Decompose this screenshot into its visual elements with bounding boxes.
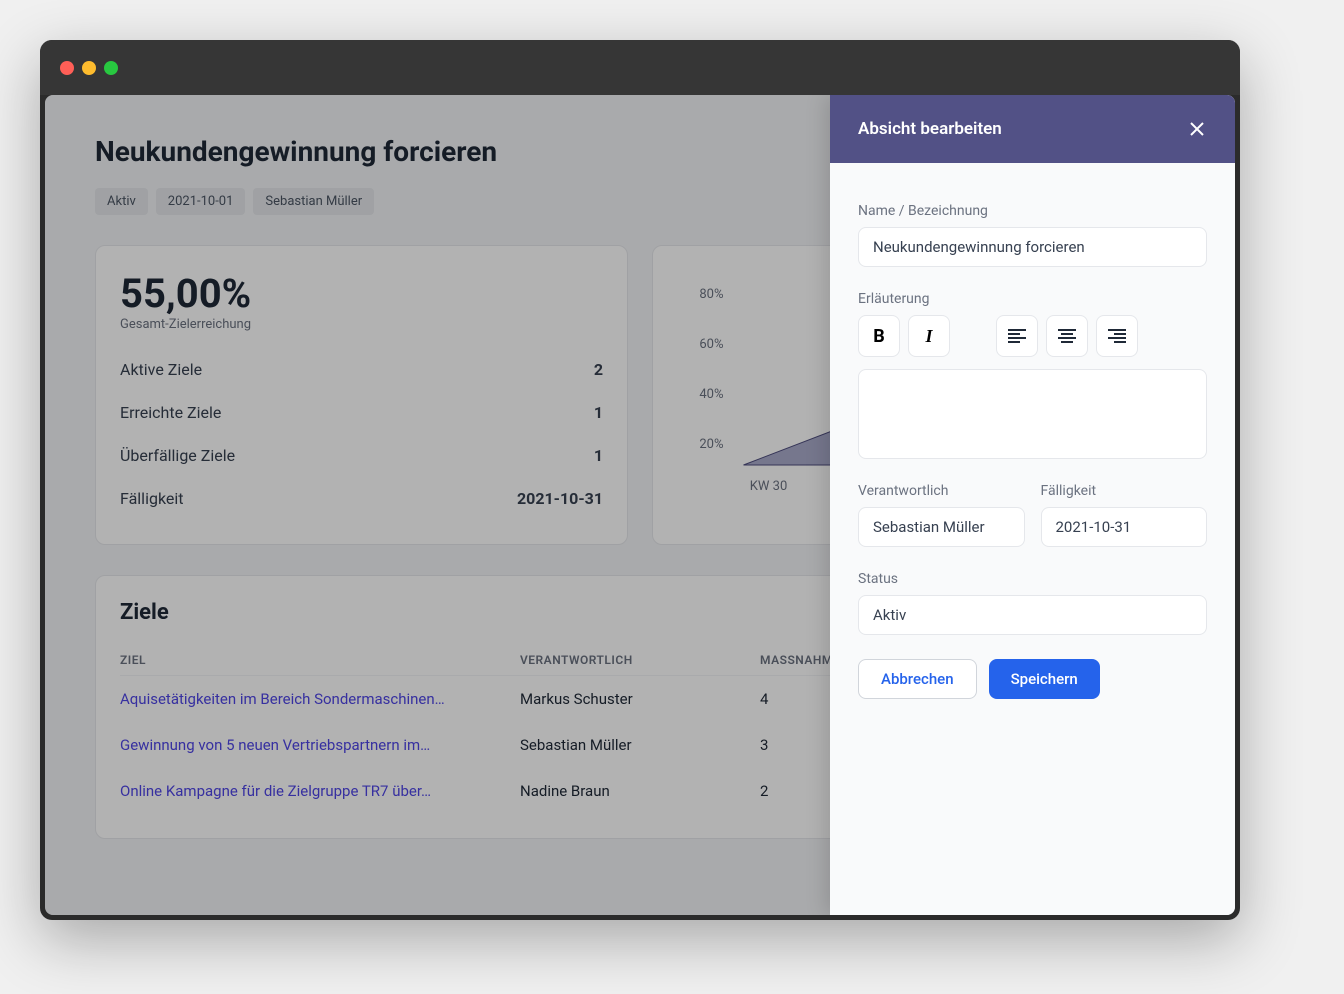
label-erlauterung: Erläuterung <box>858 291 1207 307</box>
label-name: Name / Bezeichnung <box>858 203 1207 219</box>
input-status[interactable] <box>858 595 1207 635</box>
align-right-button[interactable] <box>1096 315 1138 357</box>
align-center-button[interactable] <box>1046 315 1088 357</box>
close-icon[interactable] <box>1187 119 1207 139</box>
drawer-header: Absicht bearbeiten <box>830 95 1235 163</box>
input-falligkeit[interactable] <box>1041 507 1208 547</box>
drawer-footer: Abbrechen Speichern <box>858 659 1207 699</box>
italic-button[interactable]: I <box>908 315 950 357</box>
window-minimize-icon[interactable] <box>82 61 96 75</box>
content-area: Neukundengewinnung forcieren Aktiv 2021-… <box>45 95 1235 915</box>
save-button[interactable]: Speichern <box>989 659 1100 699</box>
editor-toolbar: B I <box>858 315 1207 357</box>
form-row: Verantwortlich Fälligkeit <box>858 483 1207 571</box>
bold-button[interactable]: B <box>858 315 900 357</box>
cancel-button[interactable]: Abbrechen <box>858 659 977 699</box>
align-center-icon <box>1058 329 1076 343</box>
label-status: Status <box>858 571 1207 587</box>
field-erlauterung: Erläuterung B I <box>858 291 1207 459</box>
align-right-icon <box>1108 329 1126 343</box>
titlebar <box>40 40 1240 95</box>
editor-area[interactable] <box>858 369 1207 459</box>
label-falligkeit: Fälligkeit <box>1041 483 1208 499</box>
window-zoom-icon[interactable] <box>104 61 118 75</box>
label-verantwortlich: Verantwortlich <box>858 483 1025 499</box>
field-name: Name / Bezeichnung <box>858 203 1207 267</box>
field-falligkeit: Fälligkeit <box>1041 483 1208 547</box>
align-left-icon <box>1008 329 1026 343</box>
field-verantwortlich: Verantwortlich <box>858 483 1025 547</box>
edit-drawer: Absicht bearbeiten Name / Bezeichnung Er… <box>830 95 1235 915</box>
field-status: Status <box>858 571 1207 635</box>
drawer-body: Name / Bezeichnung Erläuterung B I <box>830 163 1235 915</box>
input-verantwortlich[interactable] <box>858 507 1025 547</box>
input-name[interactable] <box>858 227 1207 267</box>
app-window: Neukundengewinnung forcieren Aktiv 2021-… <box>40 40 1240 920</box>
window-close-icon[interactable] <box>60 61 74 75</box>
drawer-title: Absicht bearbeiten <box>858 119 1002 139</box>
align-left-button[interactable] <box>996 315 1038 357</box>
